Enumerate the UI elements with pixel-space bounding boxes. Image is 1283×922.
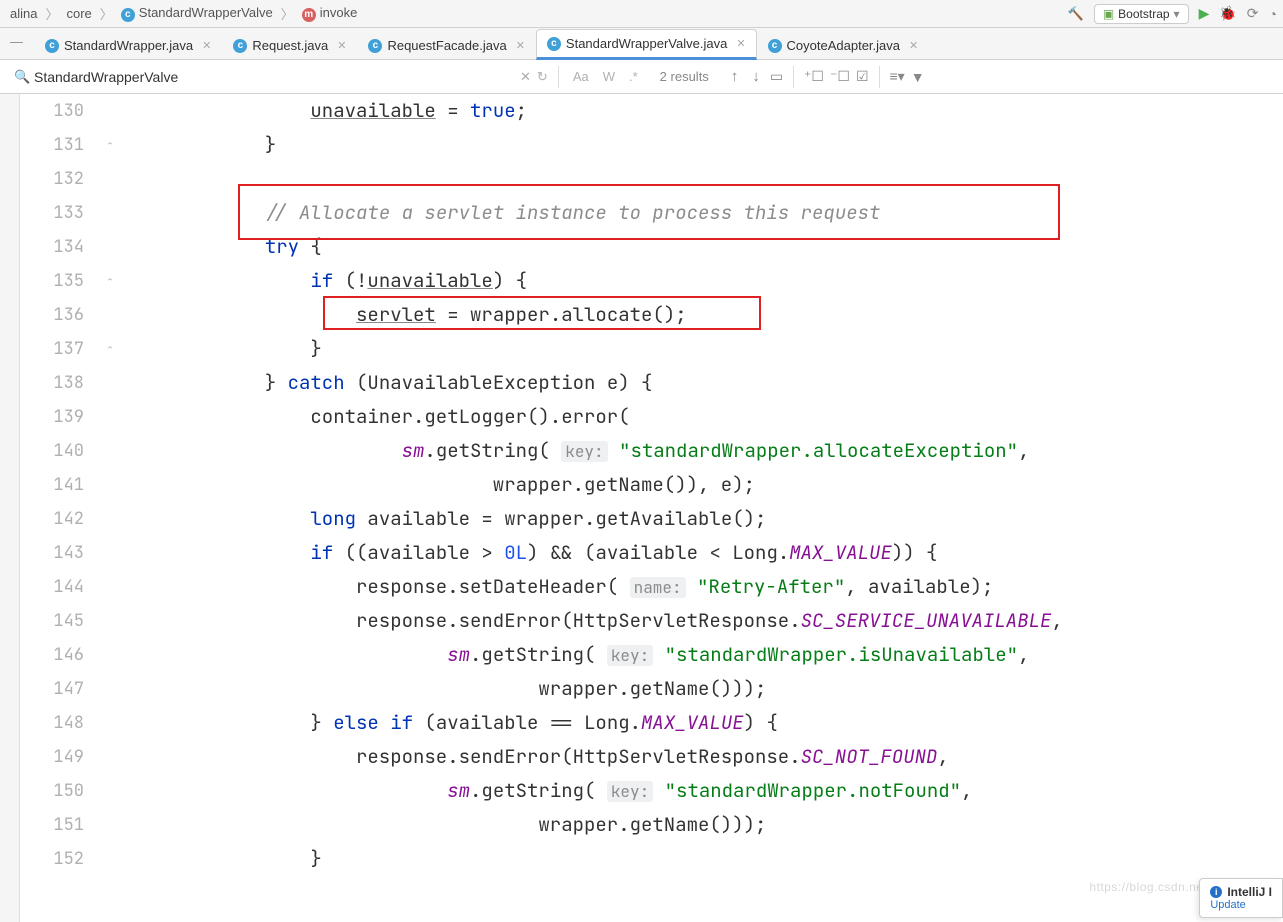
tab-request[interactable]: cRequest.java✕ [222, 31, 357, 59]
coverage-icon[interactable]: ⟳ [1247, 5, 1259, 22]
line-number: 143 [20, 536, 100, 570]
tab-standardwrapper[interactable]: cStandardWrapper.java✕ [34, 31, 222, 59]
breadcrumb: alina 〉 core 〉 cStandardWrapperValve 〉 m… [6, 3, 361, 24]
line-number: 138 [20, 366, 100, 400]
chevron-right-icon: 〉 [281, 4, 294, 23]
build-icon[interactable]: 🔨 [1068, 6, 1084, 22]
breadcrumb-item[interactable]: cStandardWrapperValve [117, 3, 277, 24]
class-icon: c [368, 39, 382, 53]
chevron-right-icon: 〉 [100, 4, 113, 23]
debug-icon[interactable]: 🐞 [1219, 5, 1236, 22]
line-number: 146 [20, 638, 100, 672]
regex-toggle[interactable]: .* [625, 67, 642, 86]
line-number: 144 [20, 570, 100, 604]
run-icon[interactable]: ▶ [1199, 5, 1210, 22]
line-number: 139 [20, 400, 100, 434]
line-number: 134 [20, 230, 100, 264]
fold-marker-icon[interactable]: ⌃ [100, 332, 120, 366]
breadcrumb-item[interactable]: minvoke [298, 3, 362, 24]
select-all-icon[interactable]: ▭ [770, 68, 783, 85]
param-hint: key: [561, 441, 607, 462]
whole-words-toggle[interactable]: W [599, 67, 619, 86]
search-input[interactable] [34, 69, 514, 85]
class-icon: c [768, 39, 782, 53]
line-number: 137 [20, 332, 100, 366]
line-number: 130 [20, 94, 100, 128]
filter-icon[interactable]: ≡▾ [890, 68, 905, 85]
notification-popup[interactable]: iIntelliJ I Update [1199, 878, 1283, 918]
tab-standardwrappervalve[interactable]: cStandardWrapperValve.java✕ [536, 29, 757, 60]
line-number: 151 [20, 808, 100, 842]
funnel-icon[interactable]: ▼ [911, 69, 925, 85]
history-icon[interactable]: ↻ [537, 69, 548, 85]
collapse-icon[interactable]: — [10, 34, 23, 49]
close-icon[interactable]: ✕ [202, 39, 211, 52]
match-case-toggle[interactable]: Aa [569, 67, 593, 86]
chevron-right-icon: 〉 [45, 4, 58, 23]
param-hint: key: [607, 781, 653, 802]
run-config-selector[interactable]: ▣ Bootstrap ▾ [1094, 4, 1189, 24]
line-number: 152 [20, 842, 100, 876]
profile-icon[interactable]: ◔ [1269, 6, 1277, 22]
clear-icon[interactable]: ✕ [520, 69, 531, 85]
close-icon[interactable]: ✕ [736, 37, 745, 50]
class-icon: c [121, 8, 135, 22]
update-link[interactable]: Update [1210, 899, 1272, 911]
line-number: 147 [20, 672, 100, 706]
param-hint: key: [607, 645, 653, 666]
chevron-down-icon: ▾ [1174, 7, 1180, 21]
fold-marker-icon[interactable]: ⌃ [100, 264, 120, 298]
add-selection-icon[interactable]: ⁺☐ [804, 68, 824, 85]
search-icon[interactable]: 🔍 [14, 69, 30, 85]
select-occurrences-icon[interactable]: ☑ [856, 68, 869, 85]
line-number: 131 [20, 128, 100, 162]
method-icon: m [302, 8, 316, 22]
class-icon: c [45, 39, 59, 53]
close-icon[interactable]: ✕ [516, 39, 525, 52]
line-number: 133 [20, 196, 100, 230]
breadcrumb-item[interactable]: core [62, 4, 95, 23]
line-number: 142 [20, 502, 100, 536]
results-count: 2 results [660, 69, 709, 84]
app-icon: ▣ [1103, 7, 1114, 21]
tab-requestfacade[interactable]: cRequestFacade.java✕ [357, 31, 535, 59]
class-icon: c [547, 37, 561, 51]
find-bar: 🔍 ✕ ↻ Aa W .* 2 results ↑ ↓ ▭ ⁺☐ ⁻☐ ☑ ≡▾… [0, 60, 1283, 94]
info-icon: i [1210, 886, 1222, 898]
breadcrumb-item[interactable]: alina [6, 4, 41, 23]
remove-selection-icon[interactable]: ⁻☐ [830, 68, 850, 85]
param-hint: name: [630, 577, 686, 598]
line-number: 140 [20, 434, 100, 468]
close-icon[interactable]: ✕ [337, 39, 346, 52]
line-number: 149 [20, 740, 100, 774]
fold-marker-icon[interactable]: ⌃ [100, 128, 120, 162]
editor-tabs: cStandardWrapper.java✕ cRequest.java✕ cR… [0, 28, 1283, 60]
line-number: 150 [20, 774, 100, 808]
prev-match-icon[interactable]: ↑ [727, 68, 743, 85]
line-number: 141 [20, 468, 100, 502]
tab-coyoteadapter[interactable]: cCoyoteAdapter.java✕ [757, 31, 930, 59]
close-icon[interactable]: ✕ [909, 39, 918, 52]
run-config-label: Bootstrap [1118, 7, 1169, 21]
structure-sidebar[interactable]: xcep mpl ter Stre utSt pal r er ndle ner… [0, 94, 20, 922]
line-number: 135 [20, 264, 100, 298]
code-editor[interactable]: 130 unavailable = true; 131⌃ } 132 133 /… [20, 94, 1283, 922]
line-number: 136 [20, 298, 100, 332]
next-match-icon[interactable]: ↓ [748, 68, 764, 85]
line-number: 148 [20, 706, 100, 740]
line-number: 132 [20, 162, 100, 196]
line-number: 145 [20, 604, 100, 638]
class-icon: c [233, 39, 247, 53]
